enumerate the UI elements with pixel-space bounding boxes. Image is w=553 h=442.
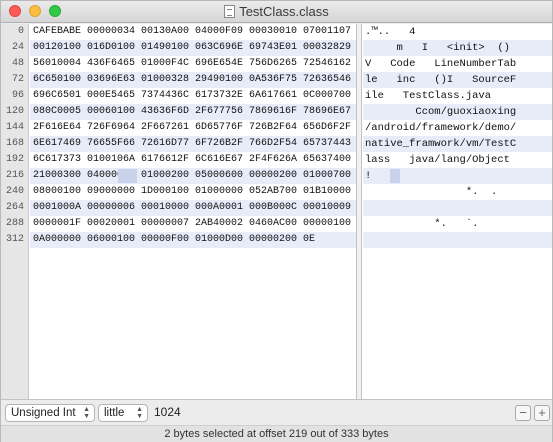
endianness-label: little — [104, 407, 125, 419]
remove-inspector-button[interactable]: − — [515, 405, 531, 421]
offset-label: 0 — [17, 26, 24, 37]
offset-gutter: 0 24 48 72 96 120 144 168 192 216 240 264 288 312 — [1, 24, 29, 399]
offset-label: 120 — [5, 106, 24, 117]
ascii-row — [363, 232, 552, 248]
hex-row: 0A000000 06000100 00000F00 01000D00 0000… — [30, 232, 356, 248]
ascii-row: V Code LineNumberTab — [365, 58, 517, 70]
number-type-label: Unsigned Int — [11, 407, 76, 419]
editor-content: 0 24 48 72 96 120 144 168 192 216 240 264 288 312 CAF… — [1, 24, 552, 399]
ascii-row: *. `. — [365, 218, 479, 230]
offset-label: 264 — [5, 202, 24, 213]
document-icon — [224, 5, 236, 18]
offset-label: 216 — [5, 170, 24, 181]
add-inspector-button[interactable]: + — [534, 405, 550, 421]
offset-label: 24 — [11, 42, 24, 53]
ascii-row: le inc ()I SourceF — [363, 72, 552, 88]
inspector-value[interactable]: 1024 — [154, 405, 181, 419]
offset-label: 312 — [5, 234, 24, 245]
offset-label: 96 — [11, 90, 24, 101]
hex-row: 0001000A 00000006 00010000 000A0001 000B… — [30, 200, 356, 216]
ascii-row: lass java/lang/Object — [365, 154, 510, 166]
hex-row: 6C617373 0100106A 6176612F 6C616E67 2F4F… — [33, 154, 352, 165]
hex-selection — [118, 169, 137, 183]
hex-row: CAFEBABE 00000034 00130A00 04000F09 0003… — [33, 26, 352, 37]
ascii-selection — [390, 169, 400, 183]
window-title: TestClass.class — [239, 4, 329, 19]
hex-row: 0000001F 00020001 00000007 2AB40002 0460… — [33, 218, 352, 229]
hex-row: 6E617469 76655F66 72616D77 6F726B2F 766D… — [30, 136, 356, 152]
hex-row: 080C0005 00060100 43636F6D 2F677756 7869… — [30, 104, 356, 120]
hex-row: 696C6501 000E5465 7374436C 6173732E 6A61… — [33, 90, 352, 101]
offset-label: 168 — [5, 138, 24, 149]
offset-label: 240 — [5, 186, 24, 197]
ascii-row: .™.. 4 — [365, 26, 416, 38]
status-bar: 2 bytes selected at offset 219 out of 33… — [1, 425, 552, 442]
ascii-row: Ccom/guoxiaoxing — [363, 104, 552, 120]
hex-row: 21000300 04000000 01000200 05000600 0000… — [30, 168, 356, 184]
hex-row: 08000100 09000000 1D000100 01000000 052A… — [33, 186, 352, 197]
offset-label: 48 — [11, 58, 24, 69]
hex-editor-window: TestClass.class 0 24 48 72 96 120 144 168 192 216… — [0, 0, 553, 442]
updown-arrows-icon: ▲ ▼ — [83, 406, 90, 420]
pane-divider[interactable] — [356, 24, 362, 399]
ascii-row: /android/framework/demo/ — [365, 122, 517, 134]
endianness-select[interactable]: little ▲ ▼ — [98, 404, 148, 422]
ascii-pane[interactable]: .™.. 4 m I <init> () V Code LineNumberTab… — [363, 24, 552, 399]
hex-pane[interactable]: CAFEBABE 00000034 00130A00 04000F09 0003… — [30, 24, 356, 399]
inspector-bar: Unsigned Int ▲ ▼ little ▲ ▼ 1024 − + — [1, 399, 552, 425]
title-bar: TestClass.class — [1, 1, 552, 23]
ascii-row: ile TestClass.java — [365, 90, 492, 102]
ascii-row: native_framwork/vm/TestC — [363, 136, 552, 152]
hex-row: 2F616E64 726F6964 2F667261 6D65776F 726B… — [33, 122, 352, 133]
offset-label: 288 — [5, 218, 24, 229]
hex-row: 00120100 016D0100 01490100 063C696E 6974… — [30, 40, 356, 56]
number-type-select[interactable]: Unsigned Int ▲ ▼ — [5, 404, 95, 422]
offset-label: 192 — [5, 154, 24, 165]
offset-label: 72 — [11, 74, 24, 85]
hex-row: 6C650100 03696E63 01000328 29490100 0A53… — [30, 72, 356, 88]
hex-row: 56010004 436F6465 01000F4C 696E654E 756D… — [33, 58, 352, 69]
window-title-area: TestClass.class — [1, 4, 552, 19]
ascii-row: *. . — [365, 186, 498, 198]
ascii-row — [363, 200, 552, 216]
updown-arrows-icon: ▲ ▼ — [136, 406, 143, 420]
ascii-row: m I <init> () — [363, 40, 552, 56]
offset-label: 144 — [5, 122, 24, 133]
